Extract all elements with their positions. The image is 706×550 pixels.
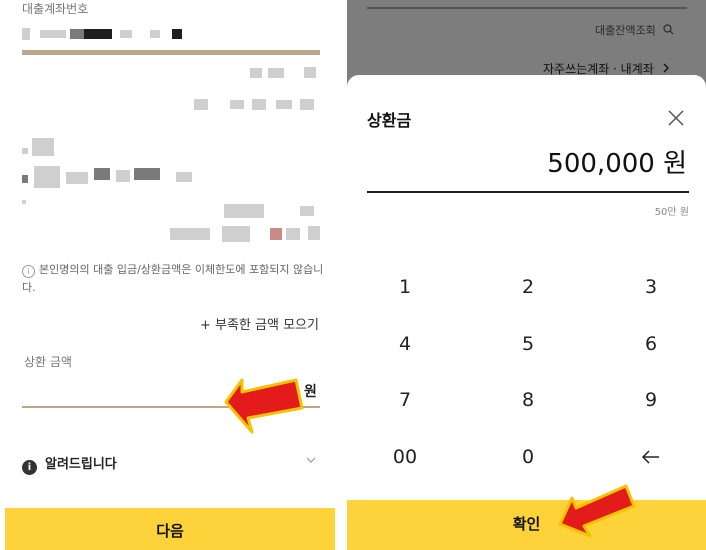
- loan-repayment-form: 대출계좌번호 i 본인명의의 대출 입금/상환금액은 이체한도에 포함되지 않습…: [0, 0, 337, 550]
- key-4[interactable]: 4: [365, 324, 445, 364]
- loan-balance-inquiry-link[interactable]: 대출잔액조회: [595, 22, 674, 38]
- red-pointer-arrow-icon: [224, 378, 304, 434]
- amount-underline: [367, 191, 689, 193]
- next-button[interactable]: 다음: [5, 508, 335, 550]
- info-icon: i: [22, 265, 35, 278]
- collect-shortfall-link[interactable]: + 부족한 금액 모으기: [200, 314, 319, 333]
- key-0[interactable]: 0: [488, 437, 568, 477]
- accounts-label: 자주쓰는계좌 · 내계좌: [543, 62, 654, 76]
- key-5[interactable]: 5: [488, 324, 568, 364]
- red-pointer-arrow-icon: [558, 484, 636, 538]
- account-number-label: 대출계좌번호: [22, 2, 89, 16]
- confirm-button[interactable]: 확인: [347, 500, 706, 550]
- sheet-title: 상환금: [367, 111, 412, 130]
- search-icon: [663, 24, 674, 35]
- key-8[interactable]: 8: [488, 380, 568, 420]
- notice-text: 본인명의의 대출 입금/상환금액은 이체한도에 포함되지 않습니다.: [22, 263, 324, 294]
- notify-title: 알려드립니다: [45, 457, 117, 472]
- key-6[interactable]: 6: [611, 324, 691, 364]
- amount-hint: 50만 원: [654, 207, 689, 218]
- backspace-key[interactable]: [611, 437, 691, 477]
- key-00[interactable]: 00: [365, 437, 445, 477]
- key-9[interactable]: 9: [611, 380, 691, 420]
- key-7[interactable]: 7: [365, 380, 445, 420]
- amount-display: 500,000 원: [547, 149, 687, 179]
- key-1[interactable]: 1: [365, 267, 445, 307]
- arrow-left-icon: [641, 450, 659, 464]
- background-divider: [367, 7, 687, 9]
- transfer-limit-notice: i 본인명의의 대출 입금/상환금액은 이체한도에 포함되지 않습니다.: [22, 261, 327, 297]
- repayment-keypad-screen: 대출잔액조회 자주쓰는계좌 · 내계좌 상환금 500,000 원 50만 원 …: [347, 0, 706, 550]
- account-underline: [22, 50, 320, 55]
- key-3[interactable]: 3: [611, 267, 691, 307]
- repay-amount-label: 상환 금액: [24, 355, 72, 369]
- inquiry-label: 대출잔액조회: [595, 24, 656, 37]
- info-filled-icon: i: [22, 460, 37, 475]
- notice-toggle[interactable]: i 알려드립니다: [22, 453, 117, 475]
- amount-bottom-sheet: 상환금 500,000 원 50만 원 1 2 3 4 5 6 7 8 9 00…: [347, 75, 706, 550]
- key-2[interactable]: 2: [488, 267, 568, 307]
- chevron-down-icon[interactable]: [306, 455, 316, 465]
- close-icon[interactable]: [667, 109, 685, 127]
- chevron-right-icon: [663, 63, 669, 73]
